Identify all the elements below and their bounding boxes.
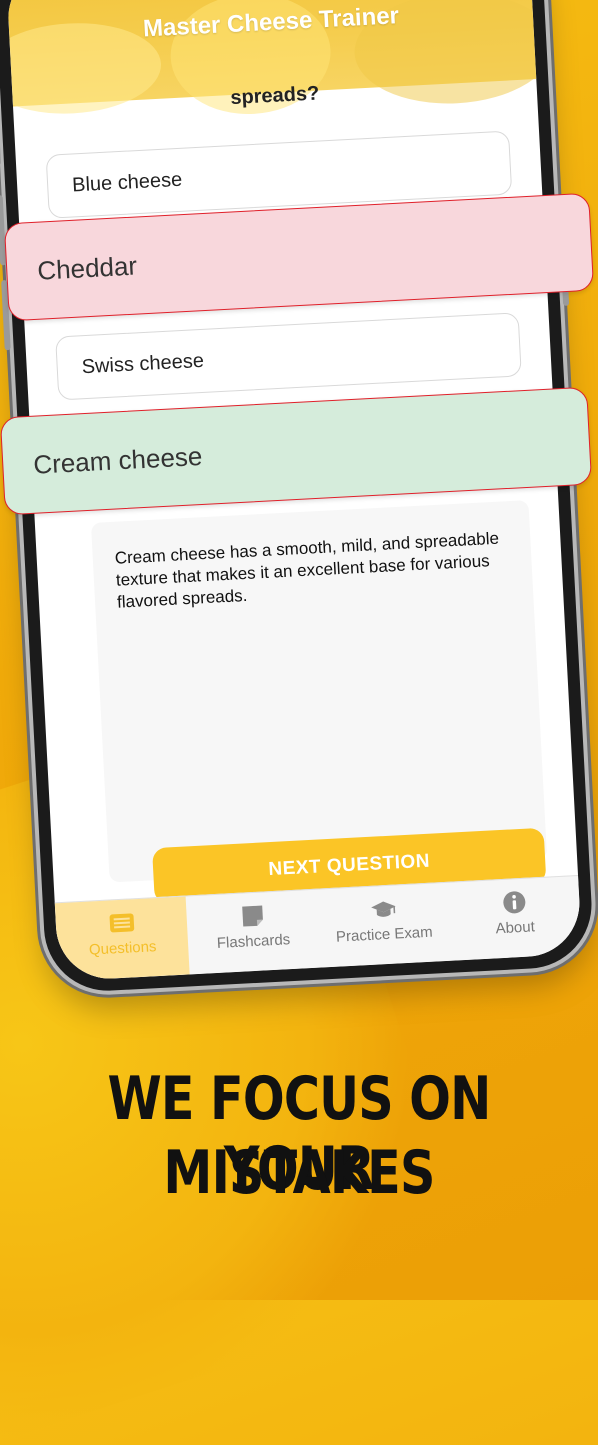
graduation-cap-icon bbox=[369, 898, 396, 921]
tab-label: Flashcards bbox=[216, 931, 291, 952]
tab-label: About bbox=[495, 918, 536, 938]
tab-label: Questions bbox=[88, 938, 157, 959]
highlight-label: Cheddar bbox=[36, 250, 138, 286]
answer-option-swiss-cheese[interactable]: Swiss cheese bbox=[55, 312, 522, 401]
tab-questions[interactable]: Questions bbox=[54, 896, 190, 982]
tab-practice-exam[interactable]: Practice Exam bbox=[316, 883, 451, 968]
explanation-text: Cream cheese has a smooth, mild, and spr… bbox=[114, 528, 500, 612]
tab-bar: Questions Flashcards Practice Exam About bbox=[54, 874, 583, 982]
tab-about[interactable]: About bbox=[447, 876, 582, 961]
answer-label: Blue cheese bbox=[71, 168, 183, 196]
tab-flashcards[interactable]: Flashcards bbox=[186, 890, 321, 975]
phone-side-button bbox=[0, 125, 2, 166]
tab-label: Practice Exam bbox=[335, 923, 434, 946]
questions-icon bbox=[108, 911, 135, 934]
marketing-headline-line2: mistakes bbox=[163, 1138, 435, 1208]
info-icon bbox=[500, 891, 527, 914]
answer-label: Swiss cheese bbox=[81, 349, 205, 378]
highlight-label: Cream cheese bbox=[32, 440, 203, 480]
explanation-panel: Cream cheese has a smooth, mild, and spr… bbox=[90, 500, 548, 883]
flashcards-icon bbox=[239, 904, 266, 927]
